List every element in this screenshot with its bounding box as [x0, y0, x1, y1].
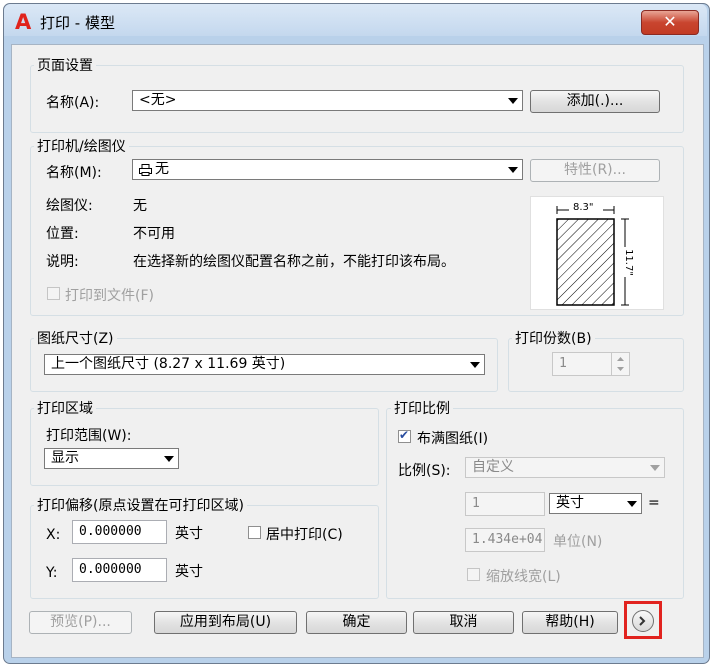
printer-group-label: 打印机/绘图仪 — [34, 136, 129, 156]
plot-range-value: 显示 — [51, 450, 79, 466]
page-setup-name-label: 名称(A): — [46, 95, 100, 111]
chevron-down-icon — [164, 456, 174, 462]
preview-width-label: 8.3" — [573, 202, 594, 213]
copies-group-label: 打印份数(B) — [512, 328, 595, 348]
chevron-down-icon — [508, 98, 518, 104]
paper-size-value: 上一个图纸尺寸 (8.27 x 11.69 英寸) — [51, 356, 286, 372]
paper-size-dropdown[interactable]: 上一个图纸尺寸 (8.27 x 11.69 英寸) — [44, 354, 485, 375]
scale-unit-dropdown[interactable]: 英寸 — [549, 493, 642, 514]
center-plot-label: 居中打印(C) — [266, 527, 343, 543]
scale-lineweights-label: 缩放线宽(L) — [486, 569, 561, 585]
printer-properties-button[interactable]: 特性(R)... — [530, 159, 660, 182]
offset-x-label: X: — [46, 527, 61, 543]
printer-name-dropdown[interactable]: 无 — [132, 159, 523, 180]
close-button[interactable]: ✕ — [641, 10, 699, 35]
spinner-arrows-icon — [617, 357, 624, 371]
preview-button[interactable]: 预览(P)... — [29, 611, 132, 634]
plot-offset-group-label: 打印偏移(原点设置在可打印区域) — [34, 495, 247, 515]
chevron-down-icon — [650, 465, 660, 471]
chevron-down-icon — [470, 362, 480, 368]
page-setup-name-dropdown[interactable]: <无> — [132, 90, 523, 111]
offset-y-unit: 英寸 — [175, 564, 203, 580]
description-value: 在选择新的绘图仪配置名称之前，不能打印该布局。 — [133, 254, 455, 270]
preview-height-label: 11.7" — [622, 249, 634, 276]
plot-scale-group-label: 打印比例 — [391, 398, 453, 418]
offset-x-input[interactable]: 0.000000 — [72, 520, 167, 544]
printer-icon — [139, 164, 152, 176]
printer-name-label: 名称(M): — [46, 165, 102, 181]
scale-label: 比例(S): — [398, 463, 451, 479]
highlight-box — [624, 601, 662, 639]
chevron-down-icon — [508, 167, 518, 173]
page-setup-group-label: 页面设置 — [34, 55, 96, 75]
offset-y-input[interactable]: 0.000000 — [72, 558, 167, 582]
plot-range-dropdown[interactable]: 显示 — [44, 448, 179, 469]
help-button[interactable]: 帮助(H) — [522, 611, 618, 634]
scale-units-label: 单位(N) — [553, 534, 603, 550]
scale-dropdown[interactable]: 自定义 — [465, 457, 665, 478]
page-setup-name-value: <无> — [139, 92, 177, 108]
copies-input[interactable]: 1 — [552, 352, 612, 376]
paper-preview: 8.3" 11.7" — [530, 196, 664, 310]
paper-size-group-label: 图纸尺寸(Z) — [34, 328, 117, 348]
print-to-file-label: 打印到文件(F) — [65, 288, 154, 304]
scale-unit-value: 英寸 — [556, 495, 584, 511]
scale-numerator-input[interactable]: 1 — [465, 492, 545, 516]
scale-lineweights-checkbox[interactable] — [467, 568, 480, 581]
plot-area-group-label: 打印区域 — [34, 398, 96, 418]
plot-range-label: 打印范围(W): — [46, 428, 132, 444]
equals-sign: = — [648, 495, 660, 511]
autocad-app-icon: A — [15, 10, 32, 34]
center-plot-checkbox[interactable] — [248, 526, 261, 539]
add-page-setup-button[interactable]: 添加(.)... — [530, 90, 660, 113]
fit-to-paper-label: 布满图纸(I) — [417, 431, 489, 447]
ok-button[interactable]: 确定 — [306, 611, 407, 634]
apply-to-layout-button[interactable]: 应用到布局(U) — [154, 611, 297, 634]
cancel-button[interactable]: 取消 — [413, 611, 514, 634]
location-value: 不可用 — [133, 226, 175, 242]
paper-preview-drawing — [556, 205, 631, 306]
print-to-file-checkbox[interactable] — [47, 287, 60, 300]
scale-denominator-input[interactable]: 1.434e+04 — [465, 528, 545, 552]
scale-value: 自定义 — [472, 459, 514, 475]
offset-x-unit: 英寸 — [175, 526, 203, 542]
offset-y-label: Y: — [46, 565, 58, 581]
plotter-value: 无 — [133, 198, 147, 214]
copies-spinner[interactable] — [611, 352, 630, 376]
description-label: 说明: — [46, 254, 79, 270]
location-label: 位置: — [46, 226, 79, 242]
chevron-down-icon — [627, 501, 637, 507]
fit-to-paper-checkbox[interactable] — [398, 428, 411, 443]
plot-area-group — [30, 408, 379, 486]
window-title: 打印 - 模型 — [40, 14, 115, 32]
plotter-label: 绘图仪: — [46, 198, 93, 214]
